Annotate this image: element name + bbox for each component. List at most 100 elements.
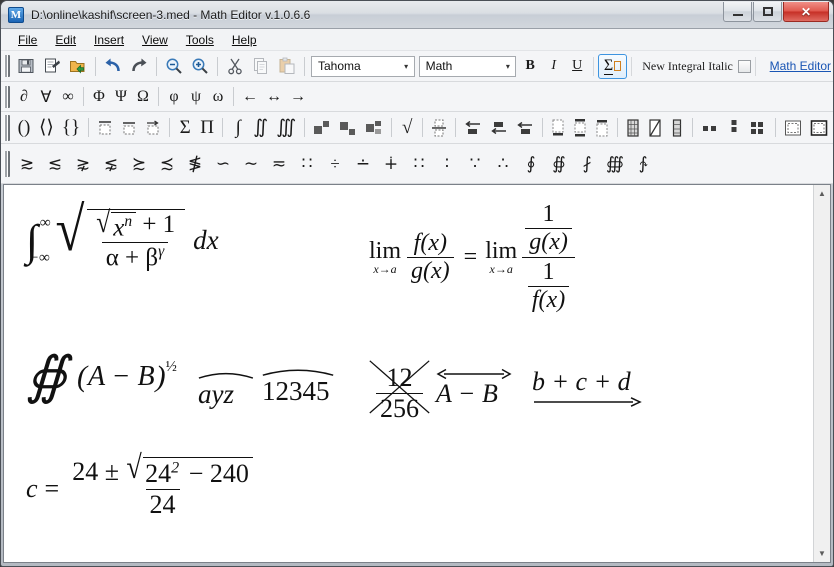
menu-item-insert[interactable]: Insert bbox=[85, 31, 133, 49]
template-two-cells-horizontal[interactable] bbox=[697, 116, 723, 140]
template-over-left-arrow[interactable] bbox=[460, 116, 486, 140]
symbol-toolbar-grip-3[interactable] bbox=[4, 150, 10, 177]
cancelled-fraction[interactable]: 12 256 bbox=[369, 360, 430, 424]
symbol-division[interactable]: ÷ bbox=[321, 149, 349, 179]
template-triple-integral[interactable]: ∭ bbox=[272, 116, 300, 140]
underrightarrow-bcd[interactable]: b + c + d bbox=[532, 367, 642, 408]
insert-math-object-button[interactable]: Σ bbox=[597, 53, 628, 79]
symbol-gtr-approx[interactable]: ≳ bbox=[13, 149, 41, 179]
scroll-down-arrow-icon[interactable]: ▼ bbox=[816, 547, 829, 560]
symbol-less-approx[interactable]: ≲ bbox=[41, 149, 69, 179]
cut-button[interactable] bbox=[222, 54, 248, 79]
template-two-cells-vertical[interactable] bbox=[723, 116, 745, 140]
template-boxed-dashed-2[interactable] bbox=[806, 116, 832, 140]
symbol-volume-integral[interactable]: ∰ bbox=[601, 149, 629, 179]
template-boxed-dashed-1[interactable] bbox=[780, 116, 806, 140]
symbol-surface-integral[interactable]: ∯ bbox=[545, 149, 573, 179]
widehat-ayz[interactable]: ayz bbox=[198, 370, 254, 410]
bold-button[interactable]: B bbox=[518, 54, 542, 78]
template-underline-box[interactable] bbox=[117, 116, 141, 140]
quadratic-equation[interactable]: c = 24 ± √ 242 − 240 24 bbox=[26, 452, 259, 520]
menu-item-file[interactable]: File bbox=[9, 31, 46, 49]
open-document-button[interactable] bbox=[39, 54, 65, 79]
menu-item-edit[interactable]: Edit bbox=[46, 31, 85, 49]
template-left-arrow-pair[interactable] bbox=[512, 116, 538, 140]
underline-button[interactable]: U bbox=[565, 54, 589, 78]
template-parentheses[interactable]: () bbox=[13, 116, 35, 140]
symbol-minus-tilde[interactable]: ≂ bbox=[265, 149, 293, 179]
symbol-succeeds-equiv[interactable]: ≿ bbox=[125, 149, 153, 179]
symbol-not-less-greater[interactable]: ≸ bbox=[181, 149, 209, 179]
template-box-overline[interactable] bbox=[591, 116, 613, 140]
limit-equation[interactable]: lim x→a f(x) g(x) = lim x→a 1 g(x) 1 f(x… bbox=[369, 201, 580, 314]
template-four-cells-grid[interactable] bbox=[745, 116, 771, 140]
symbol-infinity[interactable]: ∞ bbox=[57, 85, 79, 109]
zoom-out-button[interactable] bbox=[161, 54, 187, 79]
template-overline-box[interactable] bbox=[93, 116, 117, 140]
symbol-left-right-arrow[interactable]: ↔ bbox=[262, 85, 286, 109]
maximize-button[interactable] bbox=[753, 2, 782, 22]
template-subsuperscript[interactable] bbox=[361, 116, 387, 140]
italic-button[interactable]: I bbox=[542, 54, 566, 78]
template-single-integral[interactable]: ∫ bbox=[227, 116, 249, 140]
symbol-psi-small[interactable]: ψ bbox=[185, 85, 207, 109]
template-superscript[interactable] bbox=[309, 116, 335, 140]
template-box-over-under[interactable] bbox=[569, 116, 591, 140]
symbol-therefore[interactable]: ∴ bbox=[489, 149, 517, 179]
copy-button[interactable] bbox=[248, 54, 274, 79]
symbol-ratio[interactable]: ∶ bbox=[433, 149, 461, 179]
math-style-combobox[interactable]: Math ▾ bbox=[418, 55, 517, 77]
symbol-left-arrow[interactable]: ← bbox=[238, 85, 262, 109]
template-double-integral[interactable]: ∬ bbox=[249, 116, 272, 140]
template-box-underline[interactable] bbox=[547, 116, 569, 140]
paste-button[interactable] bbox=[274, 54, 300, 79]
scrollbar-track[interactable] bbox=[814, 200, 830, 547]
symbol-dot-minus[interactable]: ∸ bbox=[349, 149, 377, 179]
symbol-omega-capital[interactable]: Ω bbox=[132, 85, 154, 109]
equation-canvas[interactable]: ∞ ∫ −∞ √ √ xn + 1 α + βγ dx lim x→a f(x)… bbox=[4, 185, 813, 562]
symbol-reversed-tilde[interactable]: ∽ bbox=[209, 149, 237, 179]
template-fraction[interactable] bbox=[427, 116, 451, 140]
template-matrix-diagonal[interactable] bbox=[644, 116, 666, 140]
symbol-contour-integral[interactable]: ∮ bbox=[517, 149, 545, 179]
symbol-precedes-equiv[interactable]: ≾ bbox=[153, 149, 181, 179]
menu-item-view[interactable]: View bbox=[133, 31, 177, 49]
symbol-toolbar-grip-1[interactable] bbox=[4, 85, 10, 108]
template-under-left-arrow[interactable] bbox=[486, 116, 512, 140]
template-braces[interactable]: {} bbox=[58, 116, 84, 140]
template-product[interactable]: Π bbox=[196, 116, 218, 140]
save-button[interactable] bbox=[13, 54, 39, 79]
symbol-right-arrow[interactable]: → bbox=[286, 85, 310, 109]
font-family-combobox[interactable]: Tahoma ▾ bbox=[311, 55, 415, 77]
surface-integral-equation[interactable]: ∯ ( A − B ) ½ bbox=[26, 351, 177, 403]
integral-equation[interactable]: ∞ ∫ −∞ √ √ xn + 1 α + βγ dx bbox=[26, 199, 219, 273]
template-square-root[interactable]: √ bbox=[396, 116, 418, 140]
widehat-12345[interactable]: 12345 bbox=[262, 367, 334, 407]
symbol-toolbar-grip-2[interactable] bbox=[4, 114, 10, 141]
minimize-button[interactable] bbox=[723, 2, 752, 22]
symbol-proportion[interactable]: ∷ bbox=[293, 149, 321, 179]
template-subscript[interactable] bbox=[335, 116, 361, 140]
symbol-for-all[interactable]: ∀ bbox=[35, 85, 57, 109]
menu-item-help[interactable]: Help bbox=[223, 31, 266, 49]
symbol-phi-capital[interactable]: Φ bbox=[88, 85, 110, 109]
symbol-clockwise-integral[interactable]: ∱ bbox=[629, 149, 657, 179]
symbol-because[interactable]: ∵ bbox=[461, 149, 489, 179]
open-folder-button[interactable] bbox=[65, 54, 91, 79]
template-vector-arrow-box[interactable] bbox=[141, 116, 165, 140]
undo-button[interactable] bbox=[100, 54, 126, 79]
template-matrix-full[interactable] bbox=[622, 116, 644, 140]
template-angle-brackets[interactable]: ⟨ ⟩ bbox=[35, 116, 58, 140]
symbol-proportion-2[interactable]: ∷ bbox=[405, 149, 433, 179]
symbol-lnapprox[interactable]: ⋦ bbox=[97, 149, 125, 179]
symbol-omega-small[interactable]: ω bbox=[207, 85, 229, 109]
toolbar-grip[interactable] bbox=[4, 55, 10, 77]
vertical-scrollbar[interactable]: ▲ ▼ bbox=[813, 185, 830, 562]
symbol-dot-plus[interactable]: ∔ bbox=[377, 149, 405, 179]
symbol-tilde-operator[interactable]: ∼ bbox=[237, 149, 265, 179]
menu-item-tools[interactable]: Tools bbox=[177, 31, 223, 49]
symbol-psi-capital[interactable]: Ψ bbox=[110, 85, 132, 109]
math-editor-link[interactable]: Math Editor bbox=[770, 59, 831, 73]
integral-italic-checkbox[interactable] bbox=[737, 59, 751, 73]
close-button[interactable]: ✕ bbox=[783, 2, 829, 22]
